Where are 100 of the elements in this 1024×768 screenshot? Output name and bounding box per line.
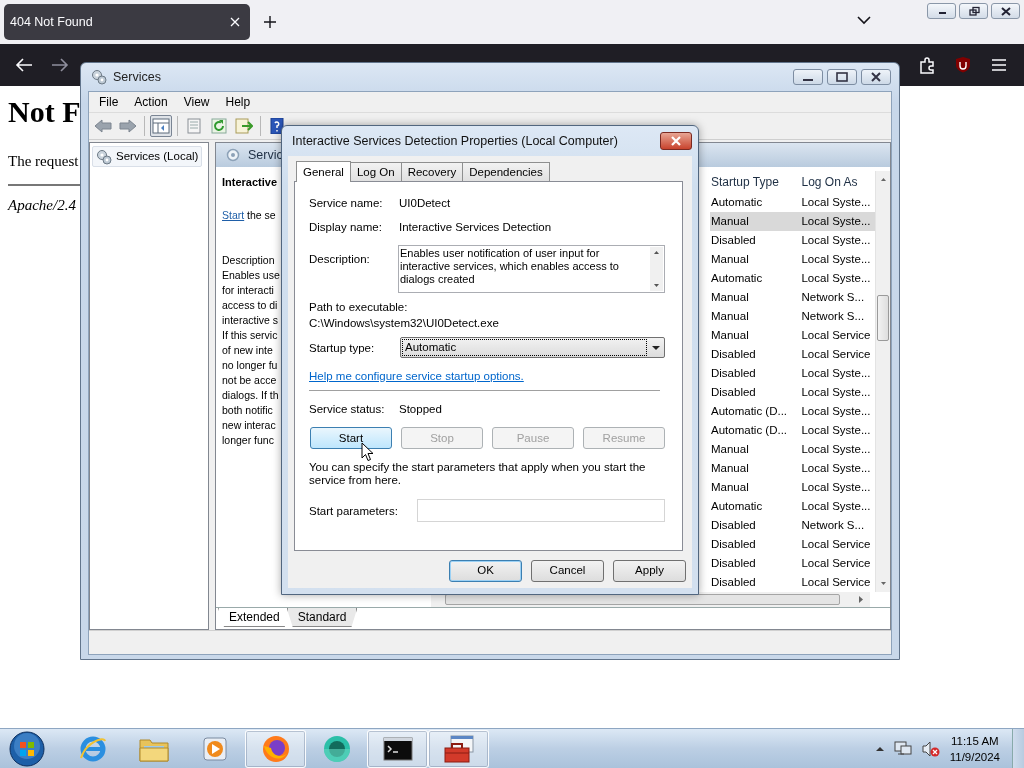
page-heading: Not F bbox=[8, 94, 81, 130]
tab[interactable]: Recovery bbox=[400, 162, 464, 181]
list-row[interactable]: Manual Local Syste... bbox=[710, 440, 875, 459]
list-row[interactable]: Automatic Local Syste... bbox=[710, 269, 875, 288]
forward-arrow-icon[interactable] bbox=[119, 118, 137, 134]
table-cell-text: Manual bbox=[710, 479, 750, 495]
speaker-muted-icon[interactable] bbox=[920, 740, 941, 757]
field-value: Stopped bbox=[399, 402, 442, 417]
list-row[interactable]: Manual Network S... bbox=[710, 288, 875, 307]
field-value: C:\Windows\system32\UI0Detect.exe bbox=[309, 316, 500, 331]
close-button[interactable] bbox=[991, 3, 1020, 19]
taskbar-button[interactable] bbox=[428, 729, 489, 768]
plus-icon[interactable] bbox=[264, 16, 276, 28]
field-label: Startup type: bbox=[309, 340, 376, 356]
restore-button[interactable] bbox=[959, 3, 988, 19]
list-row[interactable]: Disabled Local Service bbox=[710, 554, 875, 573]
list-row[interactable]: Disabled Local Syste... bbox=[710, 231, 875, 250]
taskbar-button[interactable] bbox=[367, 729, 428, 768]
list-row[interactable]: Manual Local Syste... bbox=[710, 459, 875, 478]
list-row[interactable]: Disabled Local Service bbox=[710, 345, 875, 364]
shield-icon[interactable] bbox=[955, 56, 971, 73]
minimize-button[interactable] bbox=[927, 3, 956, 19]
network-icon[interactable] bbox=[893, 740, 912, 757]
help-icon[interactable] bbox=[268, 118, 286, 134]
help-link[interactable]: Help me configure service startup options. bbox=[309, 370, 524, 382]
table-cell-text: Automatic (D... bbox=[710, 422, 789, 438]
browser-tab[interactable]: 404 Not Found bbox=[4, 4, 250, 40]
puzzle-icon[interactable] bbox=[919, 56, 937, 74]
list-row[interactable]: Disabled Local Syste... bbox=[710, 383, 875, 402]
vertical-scrollbar[interactable] bbox=[875, 171, 890, 592]
list-row[interactable]: Disabled Network S... bbox=[710, 516, 875, 535]
list-row[interactable]: Manual Network S... bbox=[710, 307, 875, 326]
tab[interactable]: Log On bbox=[349, 162, 402, 181]
tab[interactable]: General bbox=[296, 161, 351, 182]
description-text: both notific bbox=[222, 403, 274, 418]
table-cell-text: Local Syste... bbox=[801, 479, 872, 495]
tab[interactable]: Dependencies bbox=[462, 162, 550, 181]
taskbar-button[interactable] bbox=[245, 729, 306, 768]
menu-icon[interactable] bbox=[991, 58, 1007, 72]
view-tab[interactable]: Standard bbox=[286, 608, 358, 627]
forward-arrow-icon[interactable] bbox=[51, 57, 69, 73]
start-parameters-field[interactable] bbox=[417, 499, 665, 522]
dialog-button[interactable]: Apply bbox=[613, 560, 686, 582]
chevron-down-icon[interactable] bbox=[857, 16, 871, 25]
field-value: UI0Detect bbox=[399, 196, 451, 211]
description-field[interactable]: Enables user notification of user input for interactive services, which enables access to dialogs created bbox=[398, 245, 665, 293]
export-icon[interactable] bbox=[235, 118, 253, 134]
table-cell-text: Local Service bbox=[801, 536, 872, 552]
close-button[interactable] bbox=[861, 69, 891, 85]
table-cell-text: Network S... bbox=[801, 517, 866, 533]
dialog-button[interactable]: OK bbox=[449, 560, 522, 582]
chevron-up-icon[interactable] bbox=[874, 744, 885, 753]
refresh-icon[interactable] bbox=[210, 118, 228, 134]
list-row[interactable]: Disabled Local Syste... bbox=[710, 364, 875, 383]
list-row[interactable]: Disabled Local Service bbox=[710, 573, 875, 592]
list-row[interactable]: Manual Local Syste... bbox=[710, 478, 875, 497]
column-header[interactable]: Log On As bbox=[801, 173, 875, 191]
gears-icon bbox=[91, 69, 107, 85]
close-icon[interactable] bbox=[870, 71, 882, 83]
list-row[interactable]: Manual Local Syste... bbox=[710, 212, 875, 231]
list-row[interactable]: Manual Local Syste... bbox=[710, 250, 875, 269]
list-row[interactable]: Automatic Local Syste... bbox=[710, 193, 875, 212]
list-row[interactable]: Disabled Local Service bbox=[710, 535, 875, 554]
table-cell-text: Manual bbox=[710, 441, 750, 457]
field-label: Display name: bbox=[309, 220, 383, 235]
list-row[interactable]: Manual Local Service bbox=[710, 326, 875, 345]
list-row[interactable]: Automatic Local Syste... bbox=[710, 497, 875, 516]
scroll-thumb[interactable] bbox=[877, 295, 889, 341]
start-link[interactable]: Start bbox=[222, 209, 245, 221]
table-cell-text: Local Syste... bbox=[801, 441, 872, 457]
table-cell-text: Local Syste... bbox=[801, 403, 872, 419]
console-tree-icon[interactable] bbox=[152, 118, 170, 134]
column-header[interactable]: Startup Type bbox=[710, 173, 802, 191]
maximize-button[interactable] bbox=[827, 69, 857, 85]
menu-item[interactable]: Action bbox=[126, 92, 176, 112]
table-cell-text: Disabled bbox=[710, 517, 757, 533]
scroll-thumb[interactable] bbox=[445, 594, 840, 605]
list-row[interactable]: Automatic (D... Local Syste... bbox=[710, 421, 875, 440]
close-button[interactable] bbox=[660, 132, 692, 150]
startup-type-dropdown[interactable]: Automatic bbox=[400, 337, 665, 358]
window-title: Services bbox=[113, 68, 161, 86]
tree-item[interactable]: Services (Local) bbox=[92, 146, 203, 168]
restore-icon[interactable] bbox=[966, 5, 981, 17]
table-cell-text: Local Service bbox=[801, 327, 872, 343]
dialog-button[interactable]: Cancel bbox=[531, 560, 604, 582]
maximize-icon[interactable] bbox=[836, 71, 848, 83]
control-button[interactable]: Start bbox=[310, 427, 392, 449]
description-text: of new inte bbox=[222, 343, 274, 358]
hint-text: You can specify the start parameters that apply when you start the service from here. bbox=[309, 461, 647, 487]
clock-date[interactable]: 11/9/2024 bbox=[949, 748, 1000, 765]
description-text: new interac bbox=[222, 418, 277, 433]
caret-icon[interactable] bbox=[650, 343, 662, 352]
cursor-icon bbox=[361, 442, 374, 462]
clock-time[interactable]: 11:15 AM bbox=[949, 732, 1000, 749]
minimize-button[interactable] bbox=[793, 69, 823, 85]
menu-item[interactable]: View bbox=[175, 92, 218, 112]
menu-item[interactable]: File bbox=[91, 92, 127, 112]
menu-item[interactable]: Help bbox=[217, 92, 259, 112]
table-cell-text: Disabled bbox=[710, 574, 757, 590]
list-row[interactable]: Automatic (D... Local Syste... bbox=[710, 402, 875, 421]
